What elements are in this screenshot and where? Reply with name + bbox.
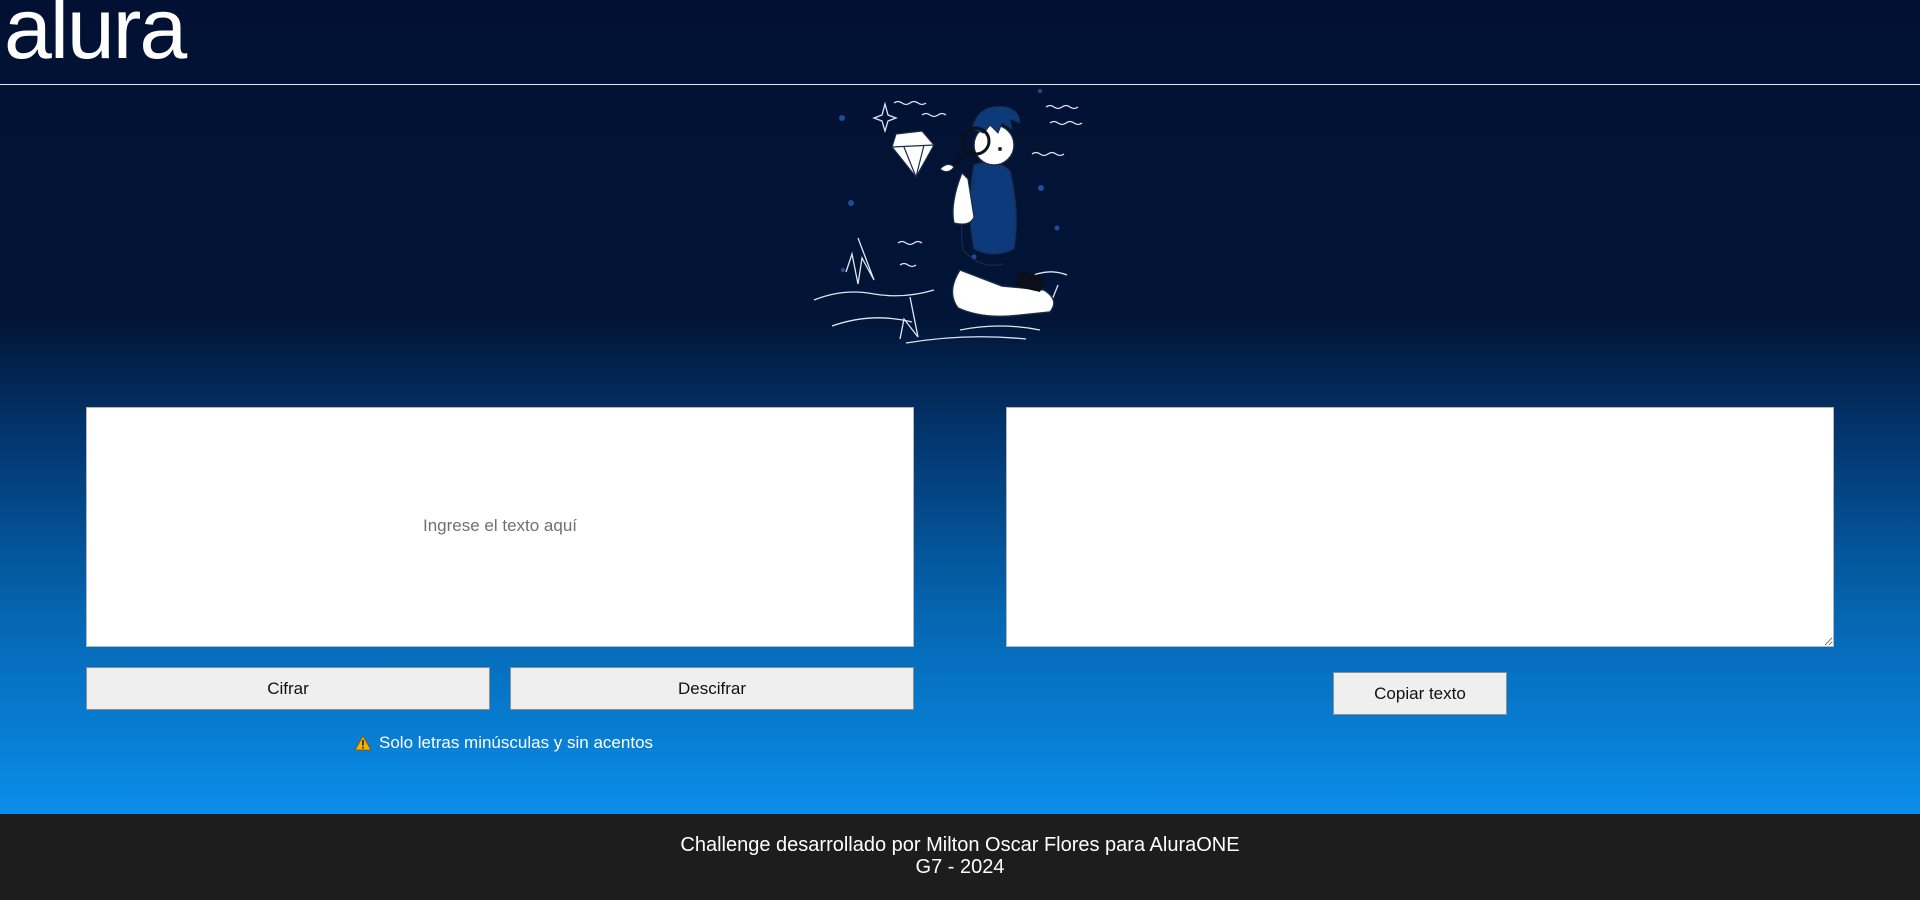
- person-magnifier-illustration: [813, 89, 1083, 344]
- decrypt-button[interactable]: Descifrar: [510, 667, 914, 710]
- warning-icon: [354, 735, 372, 751]
- footer-credit: Challenge desarrollado por Milton Oscar …: [680, 834, 1240, 856]
- hint-text: Solo letras minúsculas y sin acentos: [379, 733, 654, 752]
- input-textarea[interactable]: [86, 407, 914, 647]
- footer: Challenge desarrollado por Milton Oscar …: [0, 814, 1920, 900]
- copy-text-button[interactable]: Copiar texto: [1333, 672, 1507, 715]
- encrypt-button[interactable]: Cifrar: [86, 667, 490, 710]
- header: alura: [0, 0, 1920, 85]
- footer-year: G7 - 2024: [915, 856, 1005, 878]
- alura-logo[interactable]: alura: [4, 0, 187, 72]
- input-hint: Solo letras minúsculas y sin acentos: [354, 733, 653, 753]
- output-textarea[interactable]: [1006, 407, 1834, 647]
